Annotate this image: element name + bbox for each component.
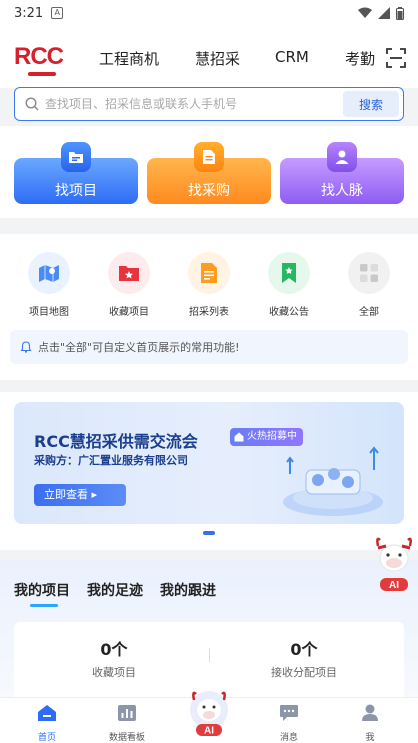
feature-procurement-list[interactable]: 招采列表 [174,252,244,318]
star-folder-icon [108,252,150,294]
tab-my-projects[interactable]: 我的项目 [14,580,70,600]
tab-crm[interactable]: CRM [275,48,309,66]
nav-data-dashboard[interactable]: 数据看板 [92,704,162,743]
banner-subtitle: 采购方：广汇置业服务有限公司 [34,454,188,467]
wifi-icon [358,7,372,18]
nav-home[interactable]: 首页 [12,704,82,743]
tab-my-footprints[interactable]: 我的足迹 [87,580,143,600]
stat-assigned-projects[interactable]: 0个 接收分配项目 [224,636,384,680]
customize-hint: 点击"全部"可自定义首页展示的常用功能! [10,330,408,364]
search-button[interactable]: 搜索 [343,91,399,117]
message-icon [280,705,298,721]
bottom-navigation: 首页 数据看板 AI 消息 我 [0,691,418,743]
feature-saved-projects[interactable]: 收藏项目 [94,252,164,318]
find-contacts-button[interactable]: 找人脉 [280,142,404,204]
feature-project-map[interactable]: 项目地图 [14,252,84,318]
feature-grid: 项目地图 收藏项目 招采列表 收藏公告 全部 点击"全部"可自定义首页展示的常用… [0,234,418,380]
search-input[interactable] [45,97,343,111]
stats-card: 0个 收藏项目 0个 接收分配项目 [14,622,404,698]
rcc-logo: RCC [14,44,64,80]
find-contacts-label: 找人脉 [321,183,363,199]
status-indicators [358,6,404,20]
chart-icon [118,705,136,721]
nav-profile[interactable]: 我 [335,704,405,743]
my-section: 我的项目 我的足迹 我的跟进 0个 收藏项目 0个 接收分配项目 [0,560,418,698]
profile-icon [362,704,378,721]
find-procurement-button[interactable]: 找采购 [147,142,271,204]
status-time: 3:21 [14,5,44,21]
hint-text: 点击"全部"可自定义首页展示的常用功能! [38,341,240,354]
find-project-button[interactable]: 找项目 [14,142,138,204]
quick-actions: 找项目 找采购 找人脉 [0,126,418,218]
house-icon [234,432,244,442]
bell-icon [20,341,32,353]
scan-icon[interactable] [386,48,406,68]
list-doc-icon [188,252,230,294]
platform-illustration-icon [283,446,383,516]
home-icon [38,705,56,721]
folder-icon [61,142,91,172]
feature-saved-announcements[interactable]: 收藏公告 [254,252,324,318]
status-bar: 3:21 A [0,0,418,26]
app-screen: 3:21 A RCC 工程商机 慧招采 CRM 考勤 搜索 [0,0,418,743]
banner-section: RCC慧招采供需交流会 火热招募中 采购方：广汇置业服务有限公司 立即查看 ▸ [0,392,418,550]
battery-icon [396,6,404,20]
feature-all[interactable]: 全部 [334,252,404,318]
tab-my-follow-ups[interactable]: 我的跟进 [160,580,216,600]
ai-mascot-icon[interactable]: AI [188,688,230,738]
ai-assistant-mascot-icon[interactable]: AI [374,536,414,594]
stat-saved-projects[interactable]: 0个 收藏项目 [34,636,194,680]
active-tab-indicator [30,604,58,607]
search-bar: 搜索 [14,87,404,121]
document-icon [194,142,224,172]
mascot-label: AI [389,580,399,591]
banner-title: RCC慧招采供需交流会 [34,432,198,451]
stat-divider [209,648,210,662]
banner-view-button[interactable]: 立即查看 ▸ [34,484,126,506]
tab-engineering-opportunities[interactable]: 工程商机 [99,48,159,69]
nav-messages[interactable]: 消息 [254,704,324,743]
map-icon [28,252,70,294]
tab-smart-procurement[interactable]: 慧招采 [195,48,240,69]
carousel-indicator [203,531,215,535]
tab-attendance[interactable]: 考勤 [345,48,375,69]
grid-icon [348,252,390,294]
search-icon [25,97,39,111]
promo-banner[interactable]: RCC慧招采供需交流会 火热招募中 采购方：广汇置业服务有限公司 立即查看 ▸ [14,402,404,524]
find-procurement-label: 找采购 [188,183,230,199]
top-header: RCC 工程商机 慧招采 CRM 考勤 [0,26,418,88]
notification-icon: A [51,7,64,19]
bookmark-icon [268,252,310,294]
ai-nav-label: AI [204,726,214,737]
person-icon [327,142,357,172]
find-project-label: 找项目 [55,183,97,199]
signal-icon [378,7,390,19]
